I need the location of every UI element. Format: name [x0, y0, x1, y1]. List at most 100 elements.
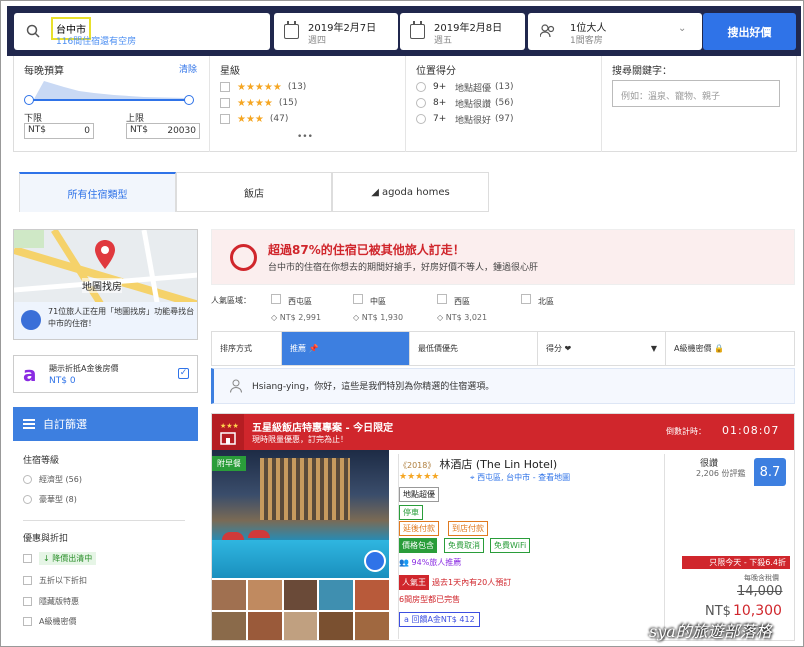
min-price-input[interactable]: NT$ 0 [24, 123, 94, 139]
budget-clear-link[interactable]: 清除 [179, 62, 197, 75]
budget-filter: 每晚預算 清除 下限 上限 NT$ 0 NT$ 20030 [14, 56, 210, 152]
tab-all-types[interactable]: 所有住宿類型 [19, 172, 176, 212]
deal-option[interactable]: ↓ 降價出清中 [23, 552, 97, 565]
thumbnail[interactable] [247, 612, 282, 640]
area-option[interactable]: 西屯區 ◇ NT$ 2,991 [271, 294, 321, 322]
hotel-stars: ★★★★★ [399, 472, 440, 482]
checkin-day: 週四 [308, 36, 327, 46]
area-option[interactable]: 西區 ◇ NT$ 3,021 [437, 294, 487, 322]
checkbox[interactable] [23, 617, 32, 626]
lodging-level-option[interactable]: 經濟型 (56) [23, 474, 82, 485]
tag-icon: ◇ [271, 313, 280, 322]
radio[interactable] [416, 98, 426, 108]
hotel-name[interactable]: 《2018》 林酒店 (The Lin Hotel) [399, 456, 557, 472]
agoda-gold-title: 顯示折抵A金後房價 [49, 364, 119, 373]
checkbox[interactable] [23, 576, 32, 585]
checkout-field[interactable]: 2019年2月8日 週五 [400, 13, 525, 50]
greeting-text: Hsiang-ying，你好，這些是我們特別為你精選的住宿選項。 [252, 382, 495, 392]
agoda-cash-icon: a [23, 362, 37, 386]
thumbnail[interactable] [247, 580, 282, 610]
radio[interactable] [416, 114, 426, 124]
current-price[interactable]: NT$ 10,300 [705, 603, 782, 619]
chevron-down-icon: ▼ [650, 344, 657, 353]
more-stars-button[interactable]: ••• [297, 132, 313, 142]
star-option[interactable]: ★★★★★ (13) [220, 80, 306, 94]
deal-option[interactable]: 五折以下折扣 [23, 575, 87, 586]
countdown-timer: 01:08:07 [722, 424, 780, 437]
search-button[interactable]: 搜出好價 [703, 13, 796, 50]
agoda-gold-toggle[interactable]: a 顯示折抵A金後房價 NT$ 0 ✓ [13, 355, 198, 393]
checkbox[interactable] [521, 294, 531, 304]
min-value: 0 [84, 126, 90, 136]
checkbox[interactable] [353, 294, 363, 304]
photo-thumbnails[interactable] [212, 580, 389, 640]
tab-agoda-homes[interactable]: ◢ agoda homes [332, 172, 489, 212]
today-deal-banner: 只限今天 - 下殺6.4折 [682, 556, 790, 569]
star-count: (15) [278, 98, 298, 108]
rating-score: 8.7 [754, 458, 786, 486]
thumbnail[interactable] [212, 580, 246, 610]
map-pin-icon [95, 240, 115, 269]
thumbnail[interactable] [283, 612, 318, 640]
video-icon[interactable] [364, 550, 386, 572]
location-score: 8+ [433, 98, 447, 108]
lodging-level-option[interactable]: 豪華型 (8) [23, 494, 77, 505]
thumbnail[interactable] [319, 580, 354, 610]
location-option[interactable]: 8+ 地點很讚 (56) [416, 96, 514, 110]
location-option[interactable]: 7+ 地點很好 (97) [416, 112, 514, 126]
star-option[interactable]: ★★★★ (15) [220, 96, 297, 110]
max-price-input[interactable]: NT$ 20030 [126, 123, 200, 139]
sort-lowest-price[interactable]: 最低價優先 [410, 332, 538, 365]
checkbox[interactable] [437, 294, 447, 304]
checkbox[interactable] [23, 597, 32, 606]
area-option[interactable]: 中區 ◇ NT$ 1,930 [353, 294, 403, 322]
thumbnail[interactable] [319, 612, 354, 640]
radio[interactable] [416, 82, 426, 92]
users-icon [21, 310, 41, 330]
filter-icon [23, 419, 35, 429]
sort-score[interactable]: 得分 ❤ ▼ [538, 332, 666, 365]
budget-title: 每晚預算 [24, 66, 64, 77]
sort-recommended[interactable]: 推薦 📌 [282, 332, 410, 365]
deal-label: A級機密價 [39, 617, 77, 626]
hotel-location-link[interactable]: ⌖ 西屯區, 台中市 - 查看地圖 [470, 472, 570, 483]
thumbnail[interactable] [212, 612, 246, 640]
tab-hotels[interactable]: 飯店 [176, 172, 332, 212]
agoda-homes-icon: ◢ [371, 186, 379, 198]
location-option[interactable]: 9+ 地點超優 (13) [416, 80, 514, 94]
checkbox[interactable] [220, 82, 230, 92]
price-max-handle[interactable] [184, 95, 194, 105]
deal-option[interactable]: A級機密價 [23, 616, 76, 627]
destination-field[interactable]: 台中市 116間住宿還有空房 [14, 13, 270, 50]
occupancy-field[interactable]: 1位大人 1間客房 ⌄ [528, 13, 702, 50]
checkbox[interactable] [271, 294, 281, 304]
countdown-label: 倒數計時： [666, 427, 706, 436]
thumbnail[interactable] [355, 580, 389, 610]
radio[interactable] [23, 475, 32, 484]
sort-secret-deals[interactable]: A級機密價 🔒 [666, 332, 794, 365]
checkbox[interactable] [220, 114, 230, 124]
deal-option[interactable]: 隱藏版特惠 [23, 596, 79, 607]
hotel-card[interactable]: ★★★ 五星級飯店特惠專案 - 今日限定 現時限量優惠，訂完為止！ 倒數計時： … [211, 413, 795, 641]
gauge-icon [230, 244, 257, 271]
thumbnail[interactable] [355, 612, 389, 640]
custom-filter-header[interactable]: 自訂篩選 [13, 407, 198, 441]
checkbox[interactable] [220, 98, 230, 108]
area-price-value: NT$ 1,930 [361, 313, 404, 322]
checkbox[interactable] [23, 554, 32, 563]
star-option[interactable]: ★★★ (47) [220, 112, 288, 126]
area-option[interactable]: 北區 [521, 294, 554, 307]
thumbnail[interactable] [283, 580, 318, 610]
user-icon [230, 379, 242, 393]
lodging-level-title: 住宿等級 [23, 456, 60, 466]
location-title: 位置得分 [416, 66, 456, 77]
checkin-field[interactable]: 2019年2月7日 週四 [274, 13, 398, 50]
agoda-gold-checkbox[interactable]: ✓ [178, 368, 189, 379]
price-slider[interactable] [24, 95, 194, 105]
deal-label: ↓ 降價出清中 [39, 552, 97, 565]
keyword-filter: 搜尋關鍵字： 例如：溫泉、寵物、親子 [602, 56, 798, 152]
deal-text: 降價出清中 [52, 554, 93, 563]
price-min-handle[interactable] [24, 95, 34, 105]
radio[interactable] [23, 495, 32, 504]
keyword-input[interactable]: 例如：溫泉、寵物、親子 [612, 80, 780, 107]
